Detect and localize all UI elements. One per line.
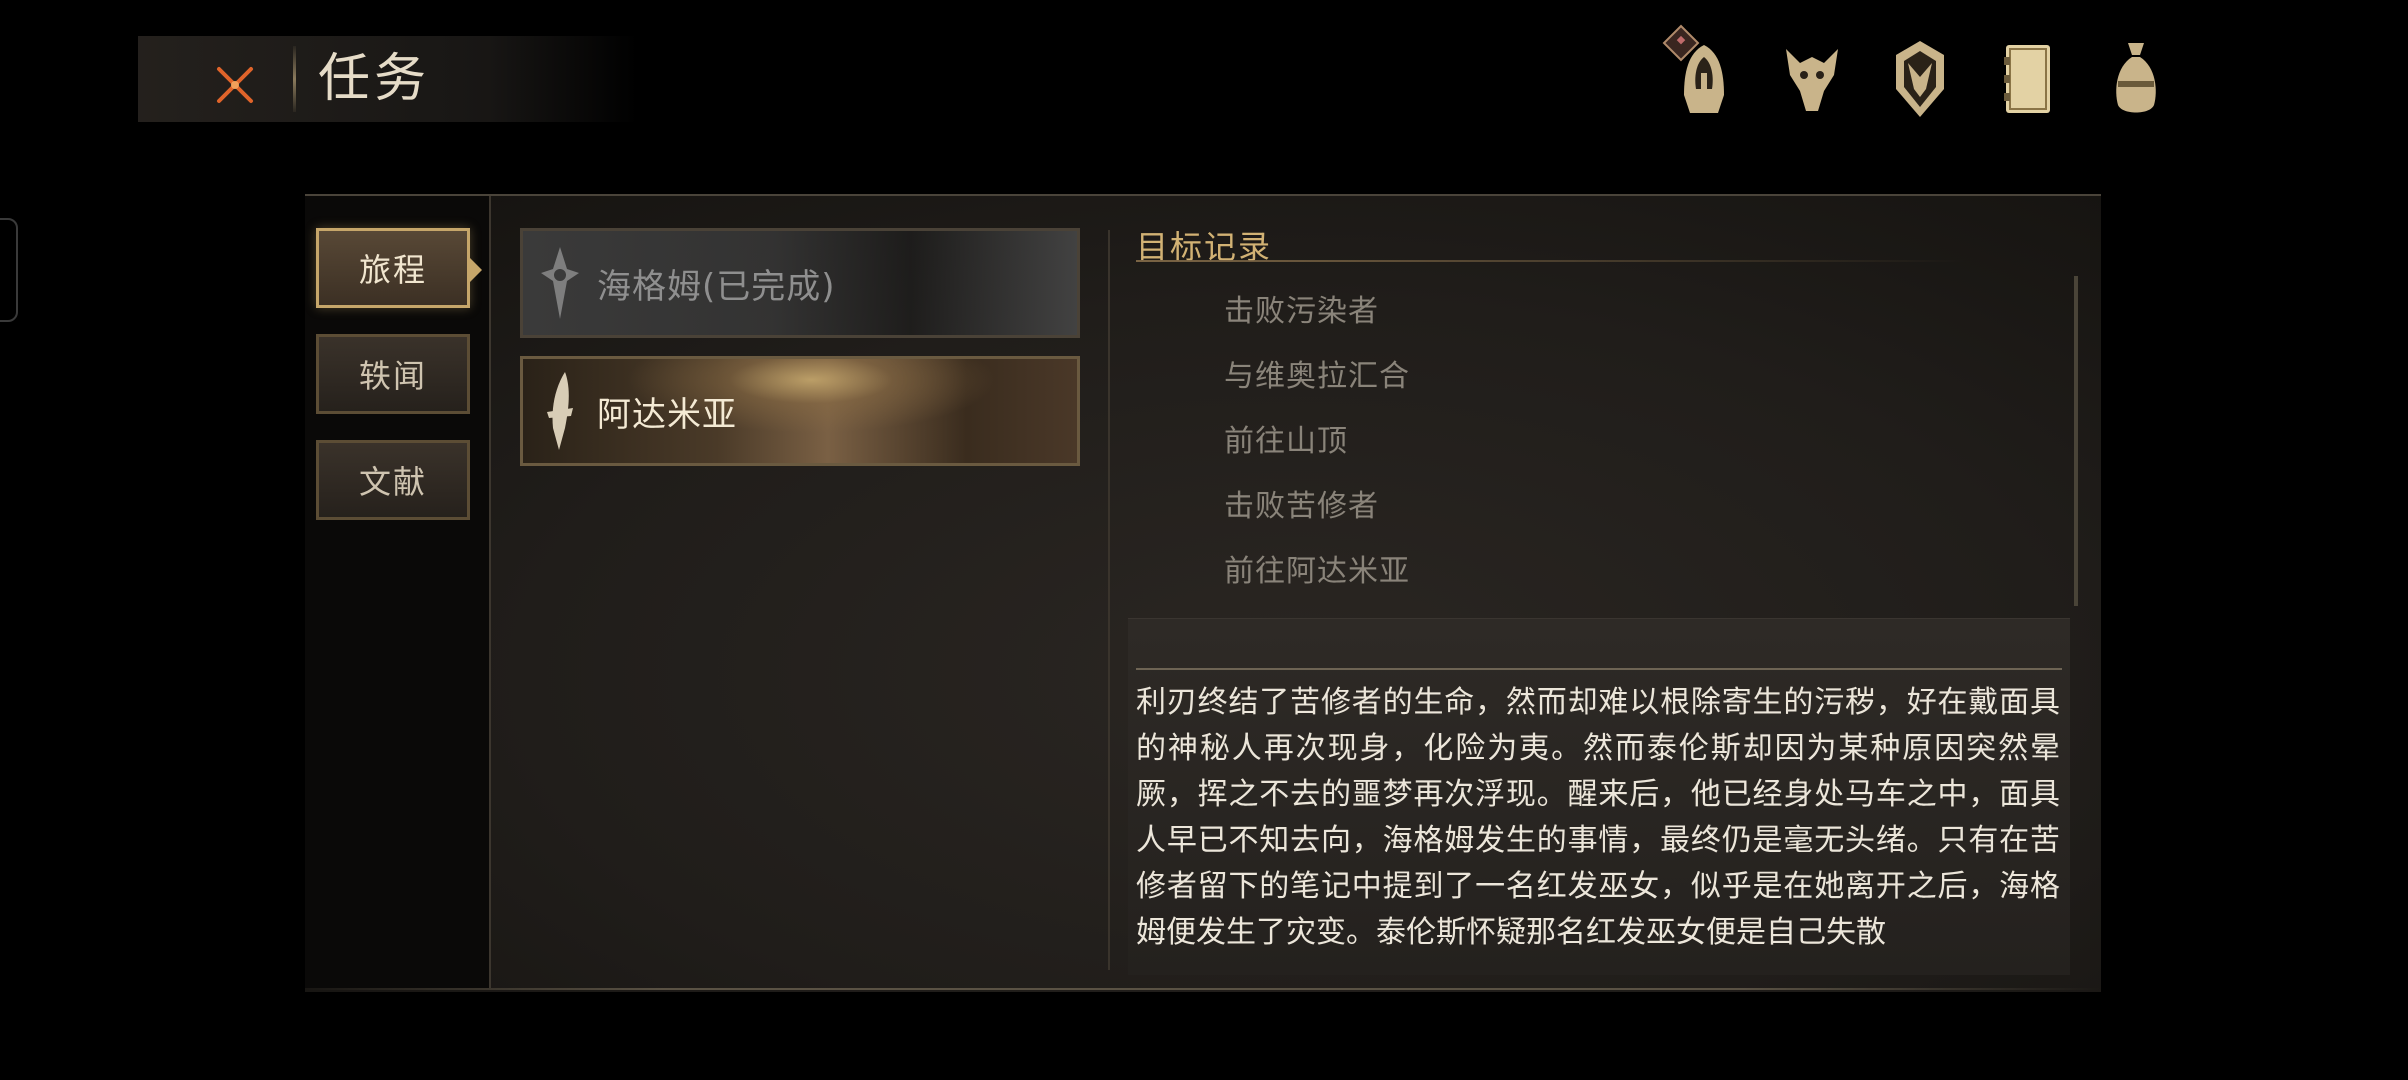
side-drawer-handle[interactable] — [0, 218, 18, 322]
equipment-button[interactable] — [1886, 34, 1954, 124]
category-column-edge — [489, 196, 491, 988]
quest-description[interactable]: 利刃终结了苦修者的生命，然而却难以根除寄生的污秽，好在戴面具的神秘人再次现身，化… — [1136, 680, 2060, 956]
crossed-swords-icon — [217, 67, 253, 103]
wolf-skull-icon — [1786, 49, 1838, 111]
objectives-list[interactable]: 击败污染者 与维奥拉汇合 前往山顶 击败苦修者 前往阿达米亚 — [1224, 290, 1924, 615]
objectives-title-underline — [1136, 260, 1966, 262]
panel-bottom-border — [305, 988, 2101, 990]
bestiary-button[interactable] — [1778, 34, 1846, 124]
tab-documents[interactable]: 文献 — [316, 440, 470, 520]
category-column — [305, 196, 489, 988]
close-button[interactable] — [208, 58, 262, 112]
quest-journal-button[interactable] — [1994, 34, 2062, 124]
blade-crest-icon — [523, 359, 597, 463]
description-divider — [1136, 668, 2062, 670]
objectives-scrollbar[interactable] — [2074, 276, 2078, 606]
objective-item: 与维奥拉汇合 — [1224, 359, 1410, 394]
quest-label: 阿达米亚 — [597, 394, 737, 435]
thorn-crest-icon — [523, 231, 597, 335]
inventory-button[interactable] — [2102, 34, 2170, 124]
character-button[interactable] — [1662, 24, 1738, 124]
active-tab-arrow-icon — [470, 258, 482, 282]
objective-item: 击败污染者 — [1224, 294, 1379, 329]
journal-book-icon — [2004, 45, 2050, 113]
quest-item-adamia[interactable]: 阿达米亚 — [520, 356, 1080, 466]
page-title: 任务 — [318, 49, 431, 109]
quest-label: 海格姆(已完成) — [597, 266, 836, 307]
objective-item: 击败苦修者 — [1224, 489, 1379, 524]
objective-item: 前往阿达米亚 — [1224, 554, 1410, 589]
objective-item: 前往山顶 — [1224, 424, 1348, 459]
tab-anecdotes[interactable]: 轶闻 — [316, 334, 470, 414]
quest-item-hegem[interactable]: 海格姆(已完成) — [520, 228, 1080, 338]
column-divider — [1108, 230, 1110, 970]
tab-journey[interactable]: 旅程 — [316, 228, 470, 308]
title-divider — [293, 46, 296, 112]
top-icon-bar — [1662, 24, 2190, 124]
coin-pouch-icon — [2116, 43, 2156, 113]
demon-shield-icon — [1896, 41, 1944, 117]
